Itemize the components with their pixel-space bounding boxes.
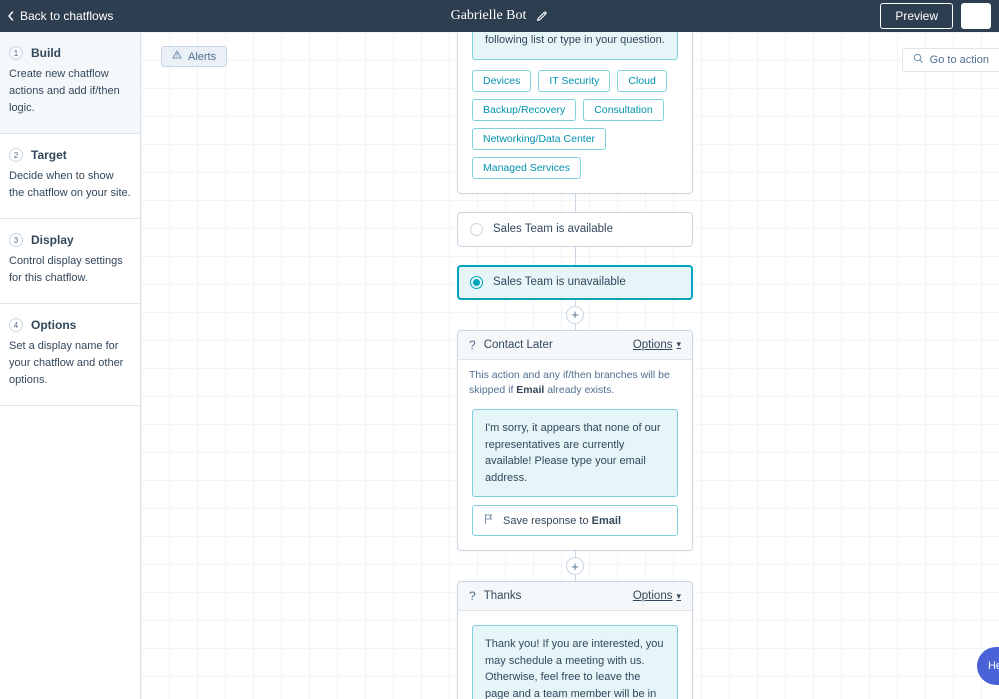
go-to-action-button[interactable]: Go to action [902, 48, 999, 72]
skip-note: This action and any if/then branches wil… [458, 360, 692, 404]
options-label: Options [633, 590, 673, 602]
card-title: Contact Later [484, 339, 553, 351]
step-desc: Decide when to show the chatflow on your… [9, 168, 131, 202]
branch-label: Sales Team is available [493, 223, 613, 235]
options-label: Options [633, 339, 673, 351]
connector [457, 194, 693, 212]
thanks-card[interactable]: ? Thanks Options ▾ Thank you! If you are… [457, 581, 693, 699]
chevron-left-icon [6, 11, 16, 21]
alerts-label: Alerts [188, 51, 216, 63]
branch-label: Sales Team is unavailable [493, 276, 626, 288]
intro-bubble-text: following list or type in your question. [485, 34, 665, 46]
add-action-button[interactable]: + [566, 557, 584, 575]
branch-sales-unavailable[interactable]: Sales Team is unavailable [457, 265, 693, 300]
chevron-down-icon: ▾ [676, 339, 681, 350]
help-fab-label: He [988, 660, 999, 672]
save-bold: Email [592, 515, 621, 527]
radio-checked-icon [470, 276, 483, 289]
question-icon: ? [469, 589, 476, 603]
flow-column: following list or type in your question.… [457, 32, 693, 699]
chip-backup[interactable]: Backup/Recovery [472, 99, 576, 121]
chip-it-security[interactable]: IT Security [538, 70, 610, 92]
step-number: 4 [9, 318, 23, 332]
sidebar-step-build[interactable]: 1 Build Create new chatflow actions and … [0, 32, 140, 134]
step-number: 2 [9, 148, 23, 162]
sidebar-step-options[interactable]: 4 Options Set a display name for your ch… [0, 304, 140, 406]
chip-devices[interactable]: Devices [472, 70, 531, 92]
question-icon: ? [469, 338, 476, 352]
edit-title-button[interactable] [536, 10, 548, 22]
step-title: Target [31, 148, 67, 162]
step-title: Build [31, 46, 61, 60]
alert-icon [172, 50, 182, 63]
chip-consultation[interactable]: Consultation [583, 99, 663, 121]
intro-action-card[interactable]: following list or type in your question.… [457, 32, 693, 194]
contact-later-card[interactable]: ? Contact Later Options ▾ This action an… [457, 330, 693, 552]
goto-label: Go to action [930, 54, 989, 66]
flag-icon [483, 513, 495, 528]
step-desc: Set a display name for your chatflow and… [9, 338, 131, 389]
sidebar-step-display[interactable]: 3 Display Control display settings for t… [0, 219, 140, 304]
chip-cloud[interactable]: Cloud [617, 70, 666, 92]
card-header: ? Contact Later Options ▾ [458, 331, 692, 360]
step-desc: Create new chatflow actions and add if/t… [9, 66, 131, 117]
sidebar-step-target[interactable]: 2 Target Decide when to show the chatflo… [0, 134, 140, 219]
add-action-button[interactable]: + [566, 306, 584, 324]
card-title: Thanks [484, 590, 522, 602]
save-pre: Save response to [503, 515, 592, 527]
save-response-strip: Save response to Email [472, 505, 678, 536]
connector [457, 247, 693, 265]
intro-chips: Devices IT Security Cloud Backup/Recover… [472, 70, 678, 179]
chip-managed[interactable]: Managed Services [472, 157, 581, 179]
preview-button[interactable]: Preview [880, 3, 953, 29]
card-header: ? Thanks Options ▾ [458, 582, 692, 611]
chip-networking[interactable]: Networking/Data Center [472, 128, 606, 150]
back-to-chatflows-link[interactable]: Back to chatflows [6, 9, 113, 23]
card-options-button[interactable]: Options ▾ [633, 339, 681, 351]
search-icon [913, 53, 924, 67]
connector: + [457, 300, 693, 330]
branch-sales-available[interactable]: Sales Team is available [457, 212, 693, 247]
step-number: 1 [9, 46, 23, 60]
canvas[interactable]: Alerts Go to action following list or ty… [141, 32, 999, 699]
step-title: Options [31, 318, 76, 332]
alerts-button[interactable]: Alerts [161, 46, 227, 67]
step-desc: Control display settings for this chatfl… [9, 253, 131, 287]
chatflow-title: Gabrielle Bot [451, 8, 527, 24]
step-number: 3 [9, 233, 23, 247]
card-options-button[interactable]: Options ▾ [633, 590, 681, 602]
sidebar: 1 Build Create new chatflow actions and … [0, 32, 141, 699]
radio-unchecked-icon [470, 223, 483, 236]
connector: + [457, 551, 693, 581]
publish-button[interactable] [961, 3, 991, 29]
step-title: Display [31, 233, 74, 247]
back-label: Back to chatflows [20, 9, 113, 23]
help-fab[interactable]: He [977, 647, 999, 685]
chevron-down-icon: ▾ [676, 591, 681, 602]
contact-bubble: I'm sorry, it appears that none of our r… [472, 409, 678, 497]
topbar: Back to chatflows Gabrielle Bot Preview [0, 0, 999, 32]
thanks-bubble: Thank you! If you are interested, you ma… [472, 625, 678, 699]
intro-bubble: following list or type in your question. [472, 32, 678, 60]
